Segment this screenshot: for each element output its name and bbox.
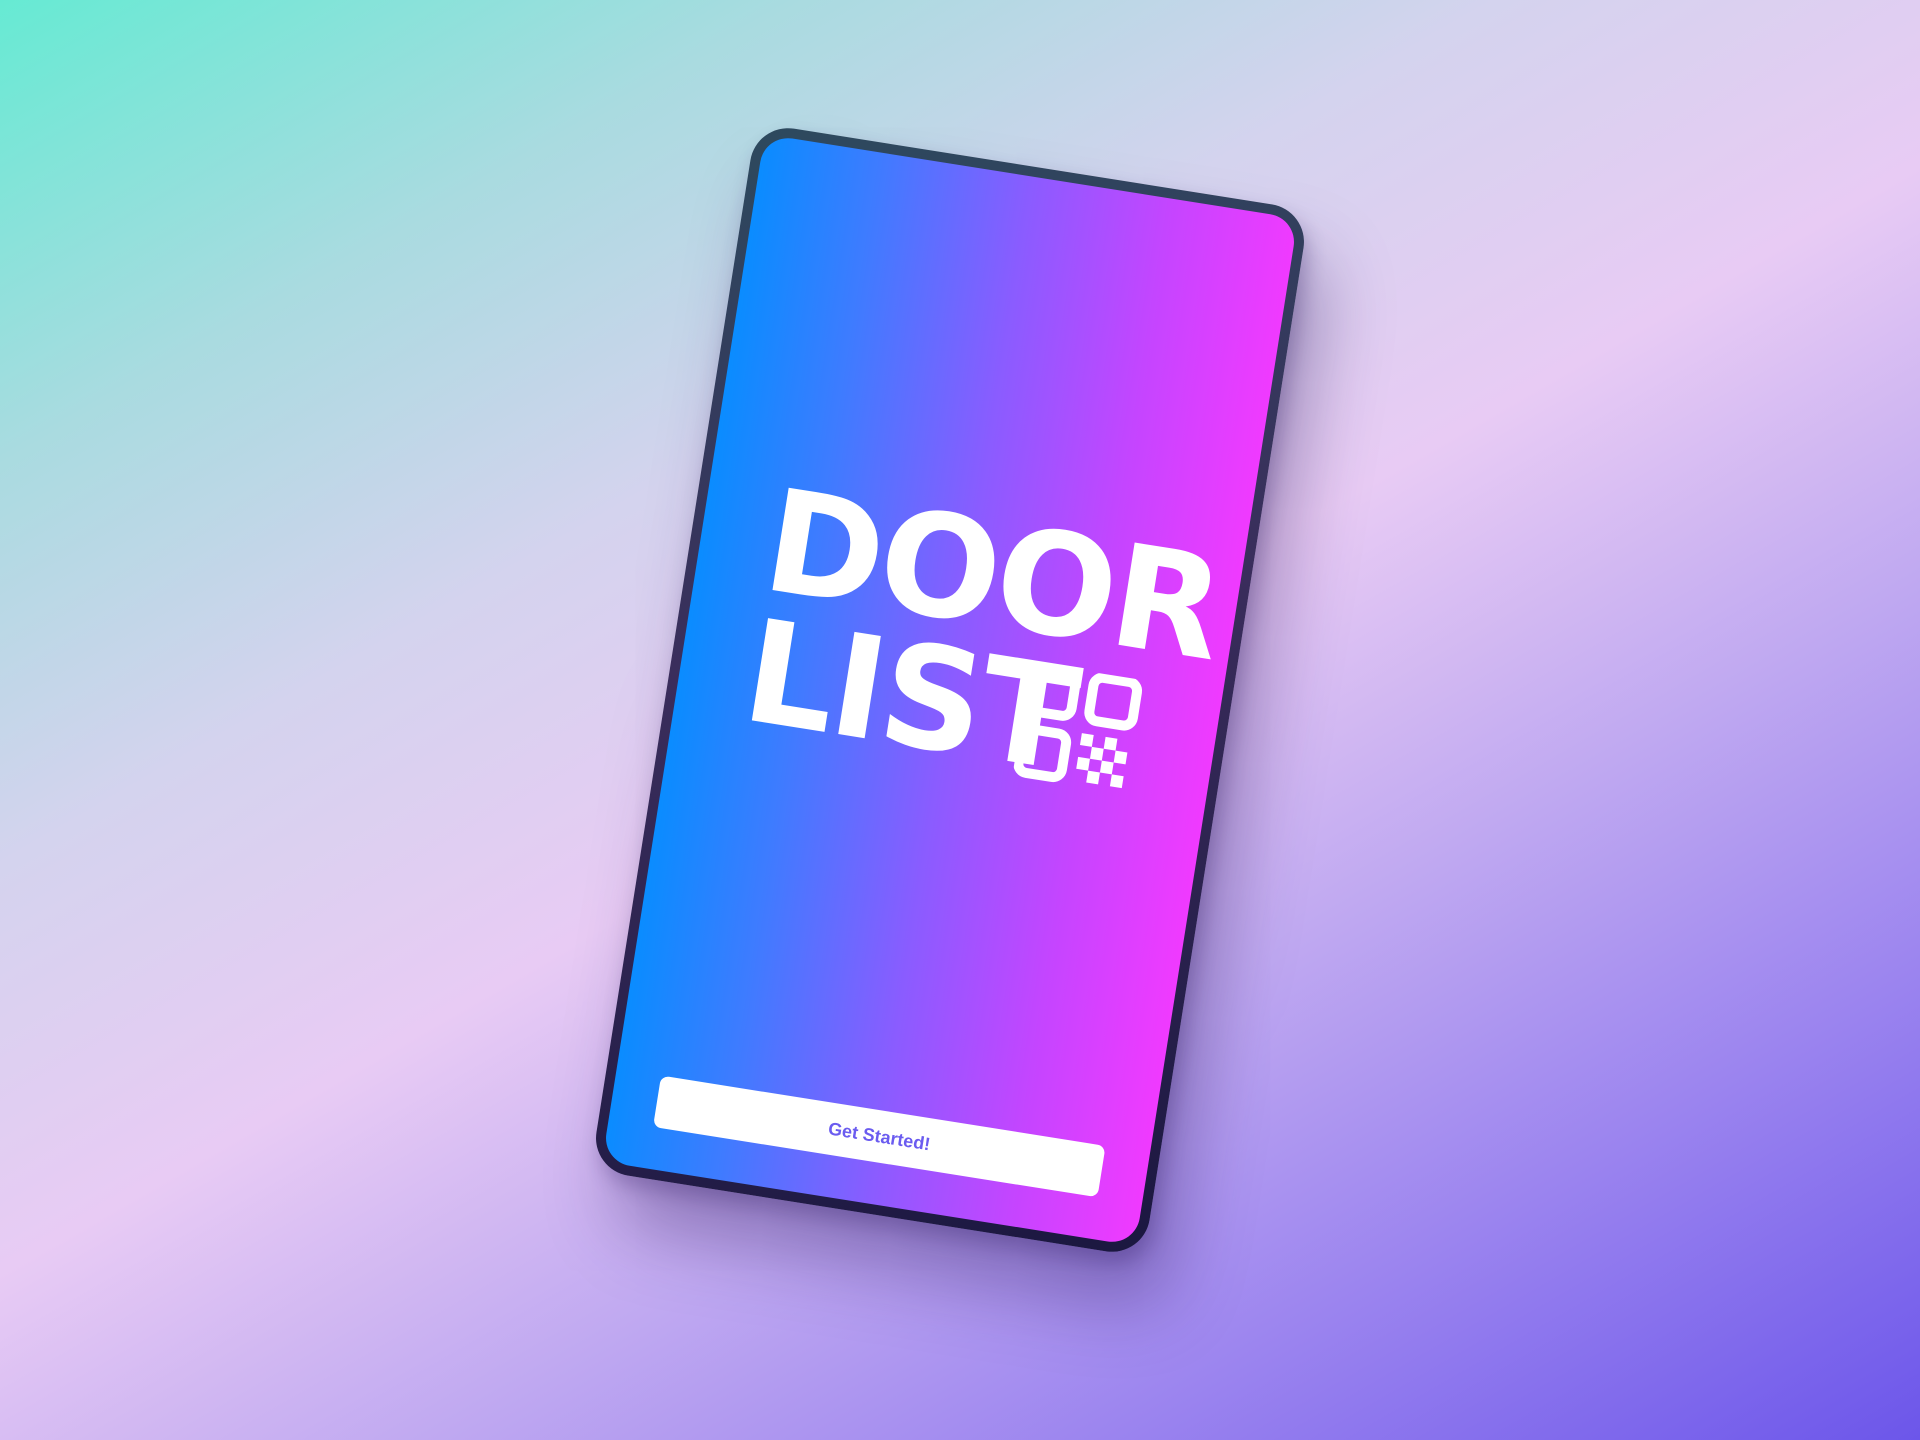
phone-frame: DOOR LIST Get Started! — [590, 122, 1310, 1258]
background-scene: DOOR LIST Get Started! — [0, 0, 1920, 1440]
get-started-button[interactable]: Get Started! — [652, 1075, 1106, 1198]
doorlist-logo: DOOR LIST — [671, 459, 1247, 811]
app-splash-screen: DOOR LIST Get Started! — [601, 134, 1299, 1246]
qr-code-icon — [1013, 663, 1143, 789]
